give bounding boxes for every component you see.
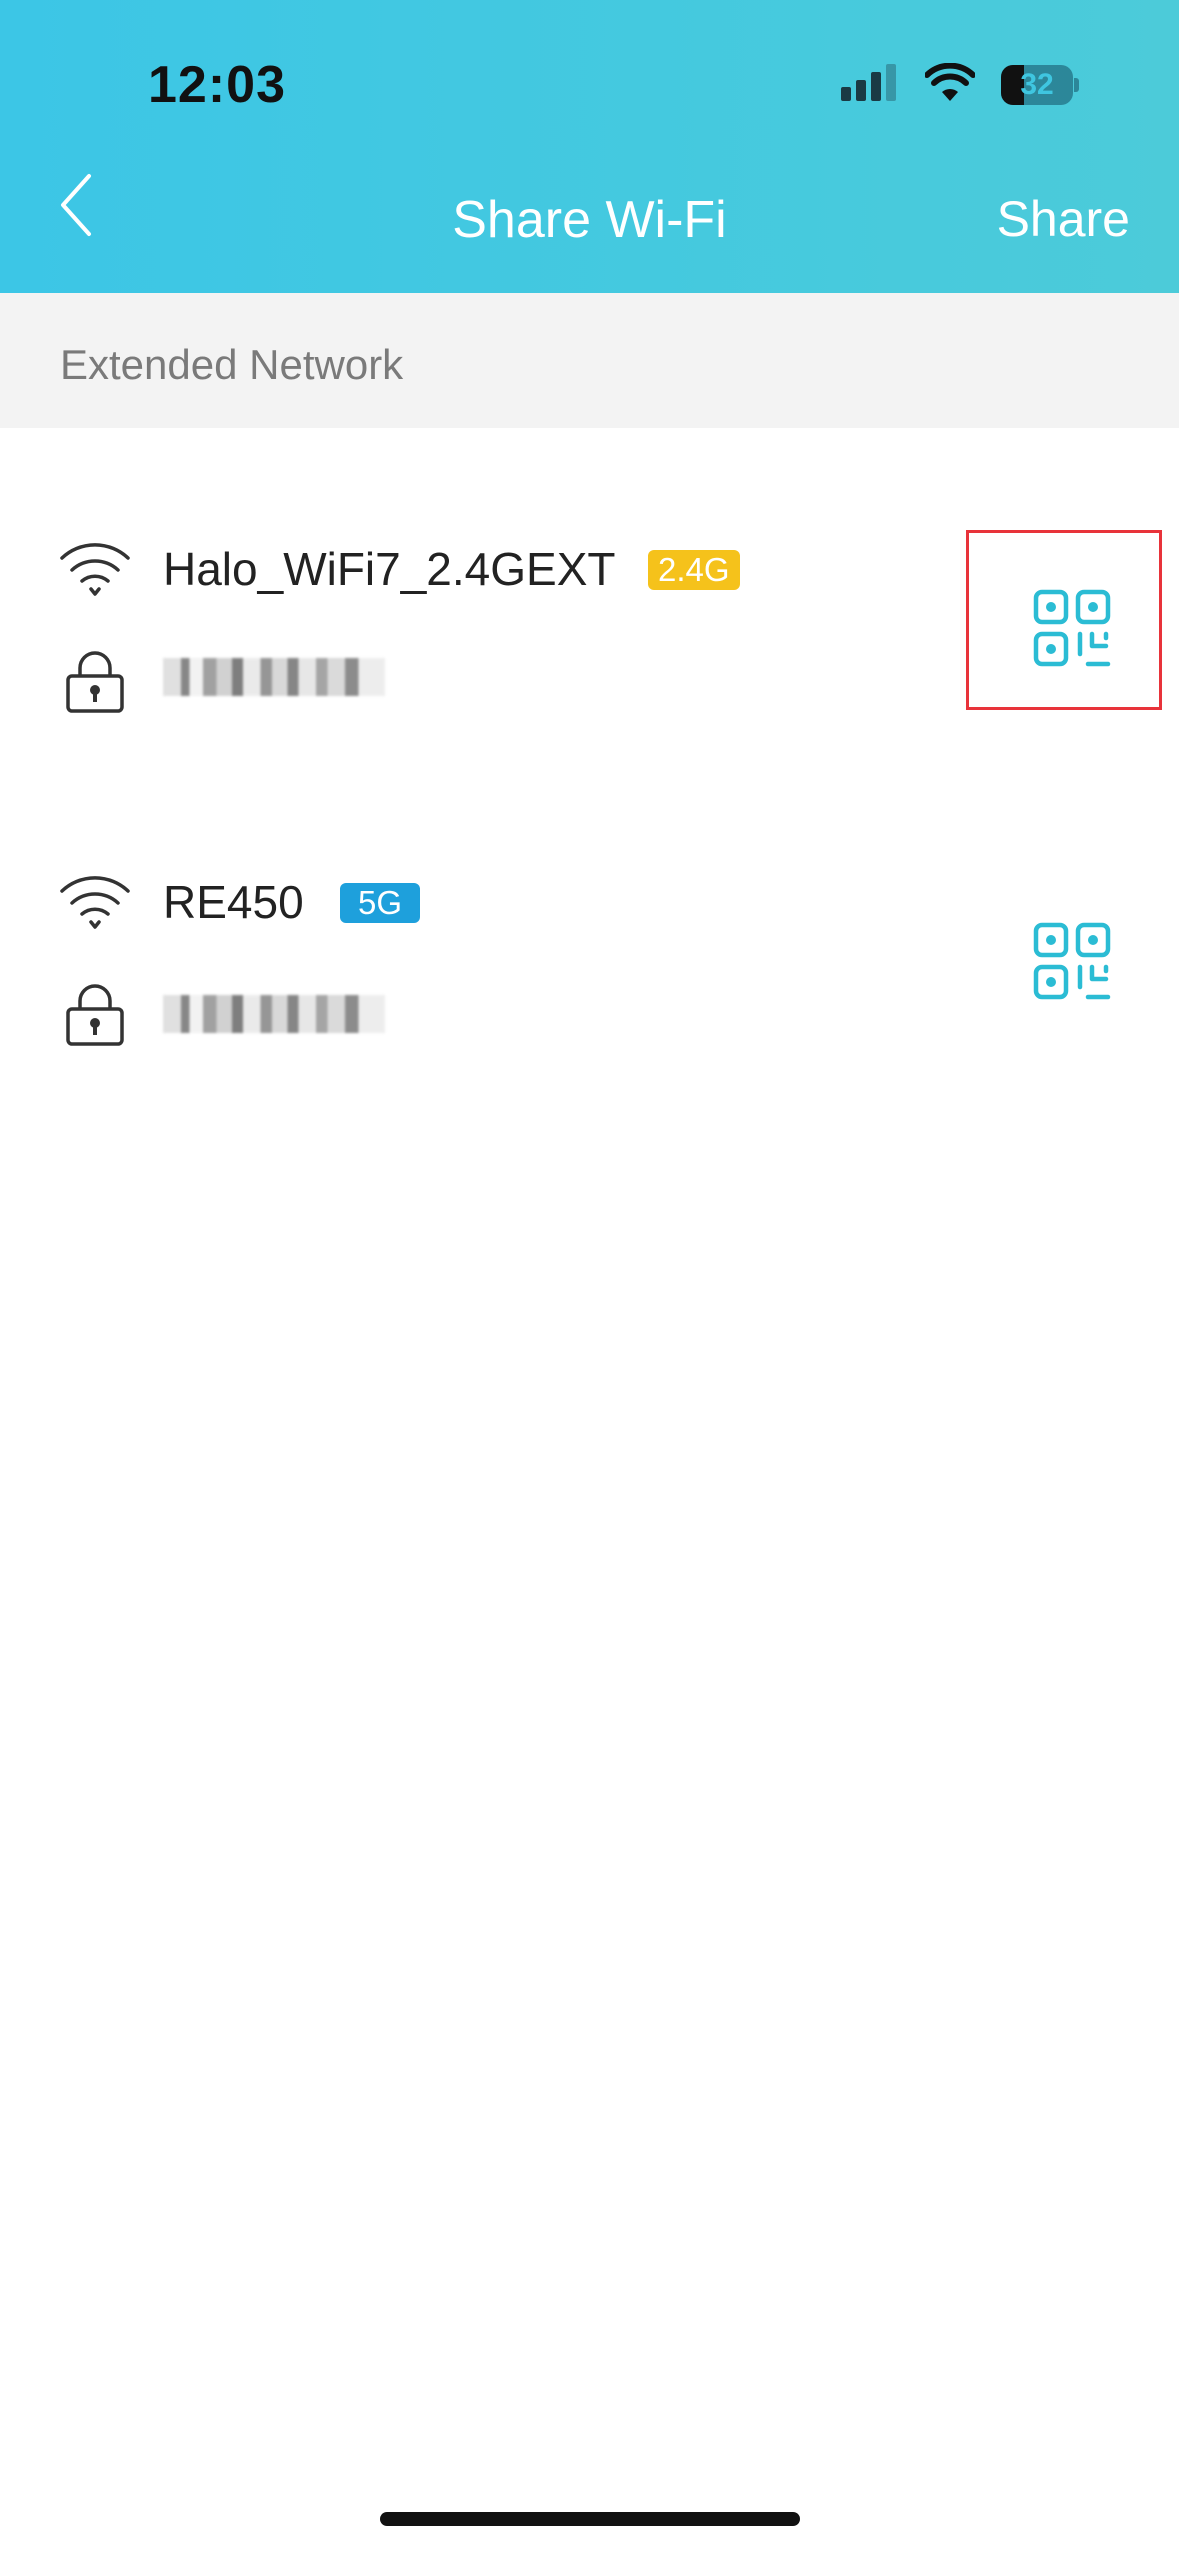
highlight-box [966,530,1162,710]
share-wifi-screen: 12:03 32 Share Wi-Fi Share Extended Netw… [0,0,1179,2556]
cellular-signal-icon [839,63,899,108]
home-indicator[interactable] [380,2512,800,2526]
network-item: RE450 5G [0,843,1179,1093]
section-title: Extended Network [60,341,404,388]
battery-icon: 32 [1001,65,1079,105]
band-badge-5g: 5G [340,883,421,923]
network-ssid: RE450 [163,876,304,928]
band-badge-2-4g: 2.4G [648,550,740,590]
wifi-icon [924,62,976,108]
qr-code-icon[interactable] [1032,921,1112,1001]
wifi-signal-icon [60,876,130,929]
status-time: 12:03 [148,56,286,114]
header-bar: 12:03 32 Share Wi-Fi Share [0,0,1179,293]
status-icons: 32 [839,60,1079,110]
share-button[interactable]: Share [997,190,1130,248]
network-ssid: Halo_WiFi7_2.4GEXT [163,543,616,595]
lock-icon [66,651,124,713]
section-header: Extended Network [0,293,1179,428]
wifi-signal-icon [60,543,130,596]
password-masked [163,658,385,696]
lock-icon [66,984,124,1046]
battery-level: 32 [1020,68,1054,101]
password-masked [163,995,385,1033]
